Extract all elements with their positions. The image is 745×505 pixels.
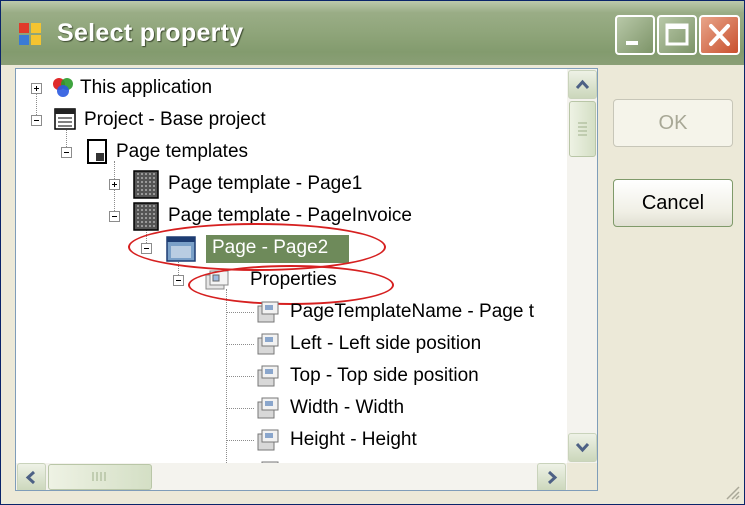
chevron-right-icon	[547, 470, 558, 485]
tree-node-label: Top - Top side position	[290, 365, 479, 386]
maximize-icon	[665, 23, 689, 46]
tree-node-label: Project - Base project	[84, 109, 266, 130]
collapse-icon[interactable]	[61, 147, 72, 158]
maximize-button[interactable]	[657, 15, 697, 55]
close-button[interactable]	[699, 15, 740, 55]
window-title: Select property	[57, 19, 244, 47]
tree-node-page-page2[interactable]: Page - Page2	[16, 233, 396, 264]
tree-node-property[interactable]: Top - Top side position	[16, 361, 567, 392]
collapse-icon[interactable]	[173, 275, 184, 286]
tree-node-label: This application	[80, 77, 213, 98]
tree-node-label: Page - Page2	[212, 237, 329, 258]
properties-icon	[205, 270, 229, 290]
tree-node-property[interactable]: Width - Width	[16, 393, 567, 424]
tree-node-page-template-pageinvoice[interactable]: Page template - PageInvoice	[16, 201, 456, 232]
vertical-scroll-thumb[interactable]	[569, 101, 596, 157]
page-template-icon	[133, 202, 159, 231]
vertical-scrollbar[interactable]	[567, 69, 597, 463]
tree-node-property[interactable]: Left - Left side position	[16, 329, 567, 360]
ok-button[interactable]: OK	[613, 99, 733, 147]
scroll-right-button[interactable]	[537, 463, 566, 490]
close-icon	[709, 24, 730, 46]
grip-icon	[578, 122, 587, 136]
minimize-icon	[626, 41, 638, 45]
tree-node-label: PageTemplateName - Page t	[290, 301, 534, 322]
tree-node-page-templates[interactable]: Page templates	[16, 137, 336, 168]
window-icon	[19, 23, 41, 45]
expand-icon[interactable]	[109, 179, 120, 190]
tree-node-label: Page template - Page1	[168, 173, 363, 194]
application-icon	[53, 78, 73, 97]
tree-node-label: Height - Height	[290, 429, 417, 450]
scrollbar-corner	[567, 463, 597, 490]
chevron-down-icon	[575, 442, 590, 453]
collapse-icon[interactable]	[109, 211, 120, 222]
title-bar[interactable]: Select property	[1, 1, 744, 65]
tree-node-label: Properties	[250, 269, 337, 290]
scroll-up-button[interactable]	[568, 70, 597, 99]
cancel-button[interactable]: Cancel	[613, 179, 733, 227]
chevron-left-icon	[25, 470, 36, 485]
tree-node-property[interactable]: Height - Height	[16, 425, 567, 456]
property-tree-view[interactable]: This application Project - Base project	[15, 68, 598, 491]
page-templates-icon	[87, 139, 107, 164]
minimize-button[interactable]	[615, 15, 655, 55]
tree-node-base-project[interactable]: Project - Base project	[16, 105, 336, 136]
chevron-up-icon	[575, 79, 590, 90]
collapse-icon[interactable]	[141, 243, 152, 254]
property-icon	[257, 301, 279, 323]
project-icon	[54, 108, 76, 130]
horizontal-scrollbar[interactable]	[16, 463, 567, 490]
tree-node-label: Page template - PageInvoice	[168, 205, 412, 226]
page-template-icon	[133, 170, 159, 199]
expand-icon[interactable]	[31, 83, 42, 94]
property-icon	[257, 333, 279, 355]
property-icon	[257, 365, 279, 387]
resize-grip-icon[interactable]	[722, 482, 740, 500]
tree-content: This application Project - Base project	[16, 69, 567, 463]
tree-node-this-application[interactable]: This application	[16, 73, 316, 104]
page-icon	[166, 236, 196, 262]
grip-icon	[92, 472, 106, 481]
tree-node-label: Page templates	[116, 141, 249, 162]
tree-node-properties[interactable]: Properties	[16, 265, 376, 296]
tree-node-label: Left - Left side position	[290, 333, 482, 354]
horizontal-scroll-thumb[interactable]	[48, 464, 152, 490]
property-icon	[257, 397, 279, 419]
tree-node-label: Width - Width	[290, 397, 405, 418]
tree-node-property[interactable]: PageTemplateName - Page t	[16, 297, 567, 328]
scroll-down-button[interactable]	[568, 433, 597, 462]
scroll-left-button[interactable]	[17, 463, 46, 490]
tree-node-page-template-page1[interactable]: Page template - Page1	[16, 169, 376, 200]
select-property-dialog: Select property This application Project…	[0, 0, 745, 505]
property-icon	[257, 429, 279, 451]
collapse-icon[interactable]	[31, 115, 42, 126]
